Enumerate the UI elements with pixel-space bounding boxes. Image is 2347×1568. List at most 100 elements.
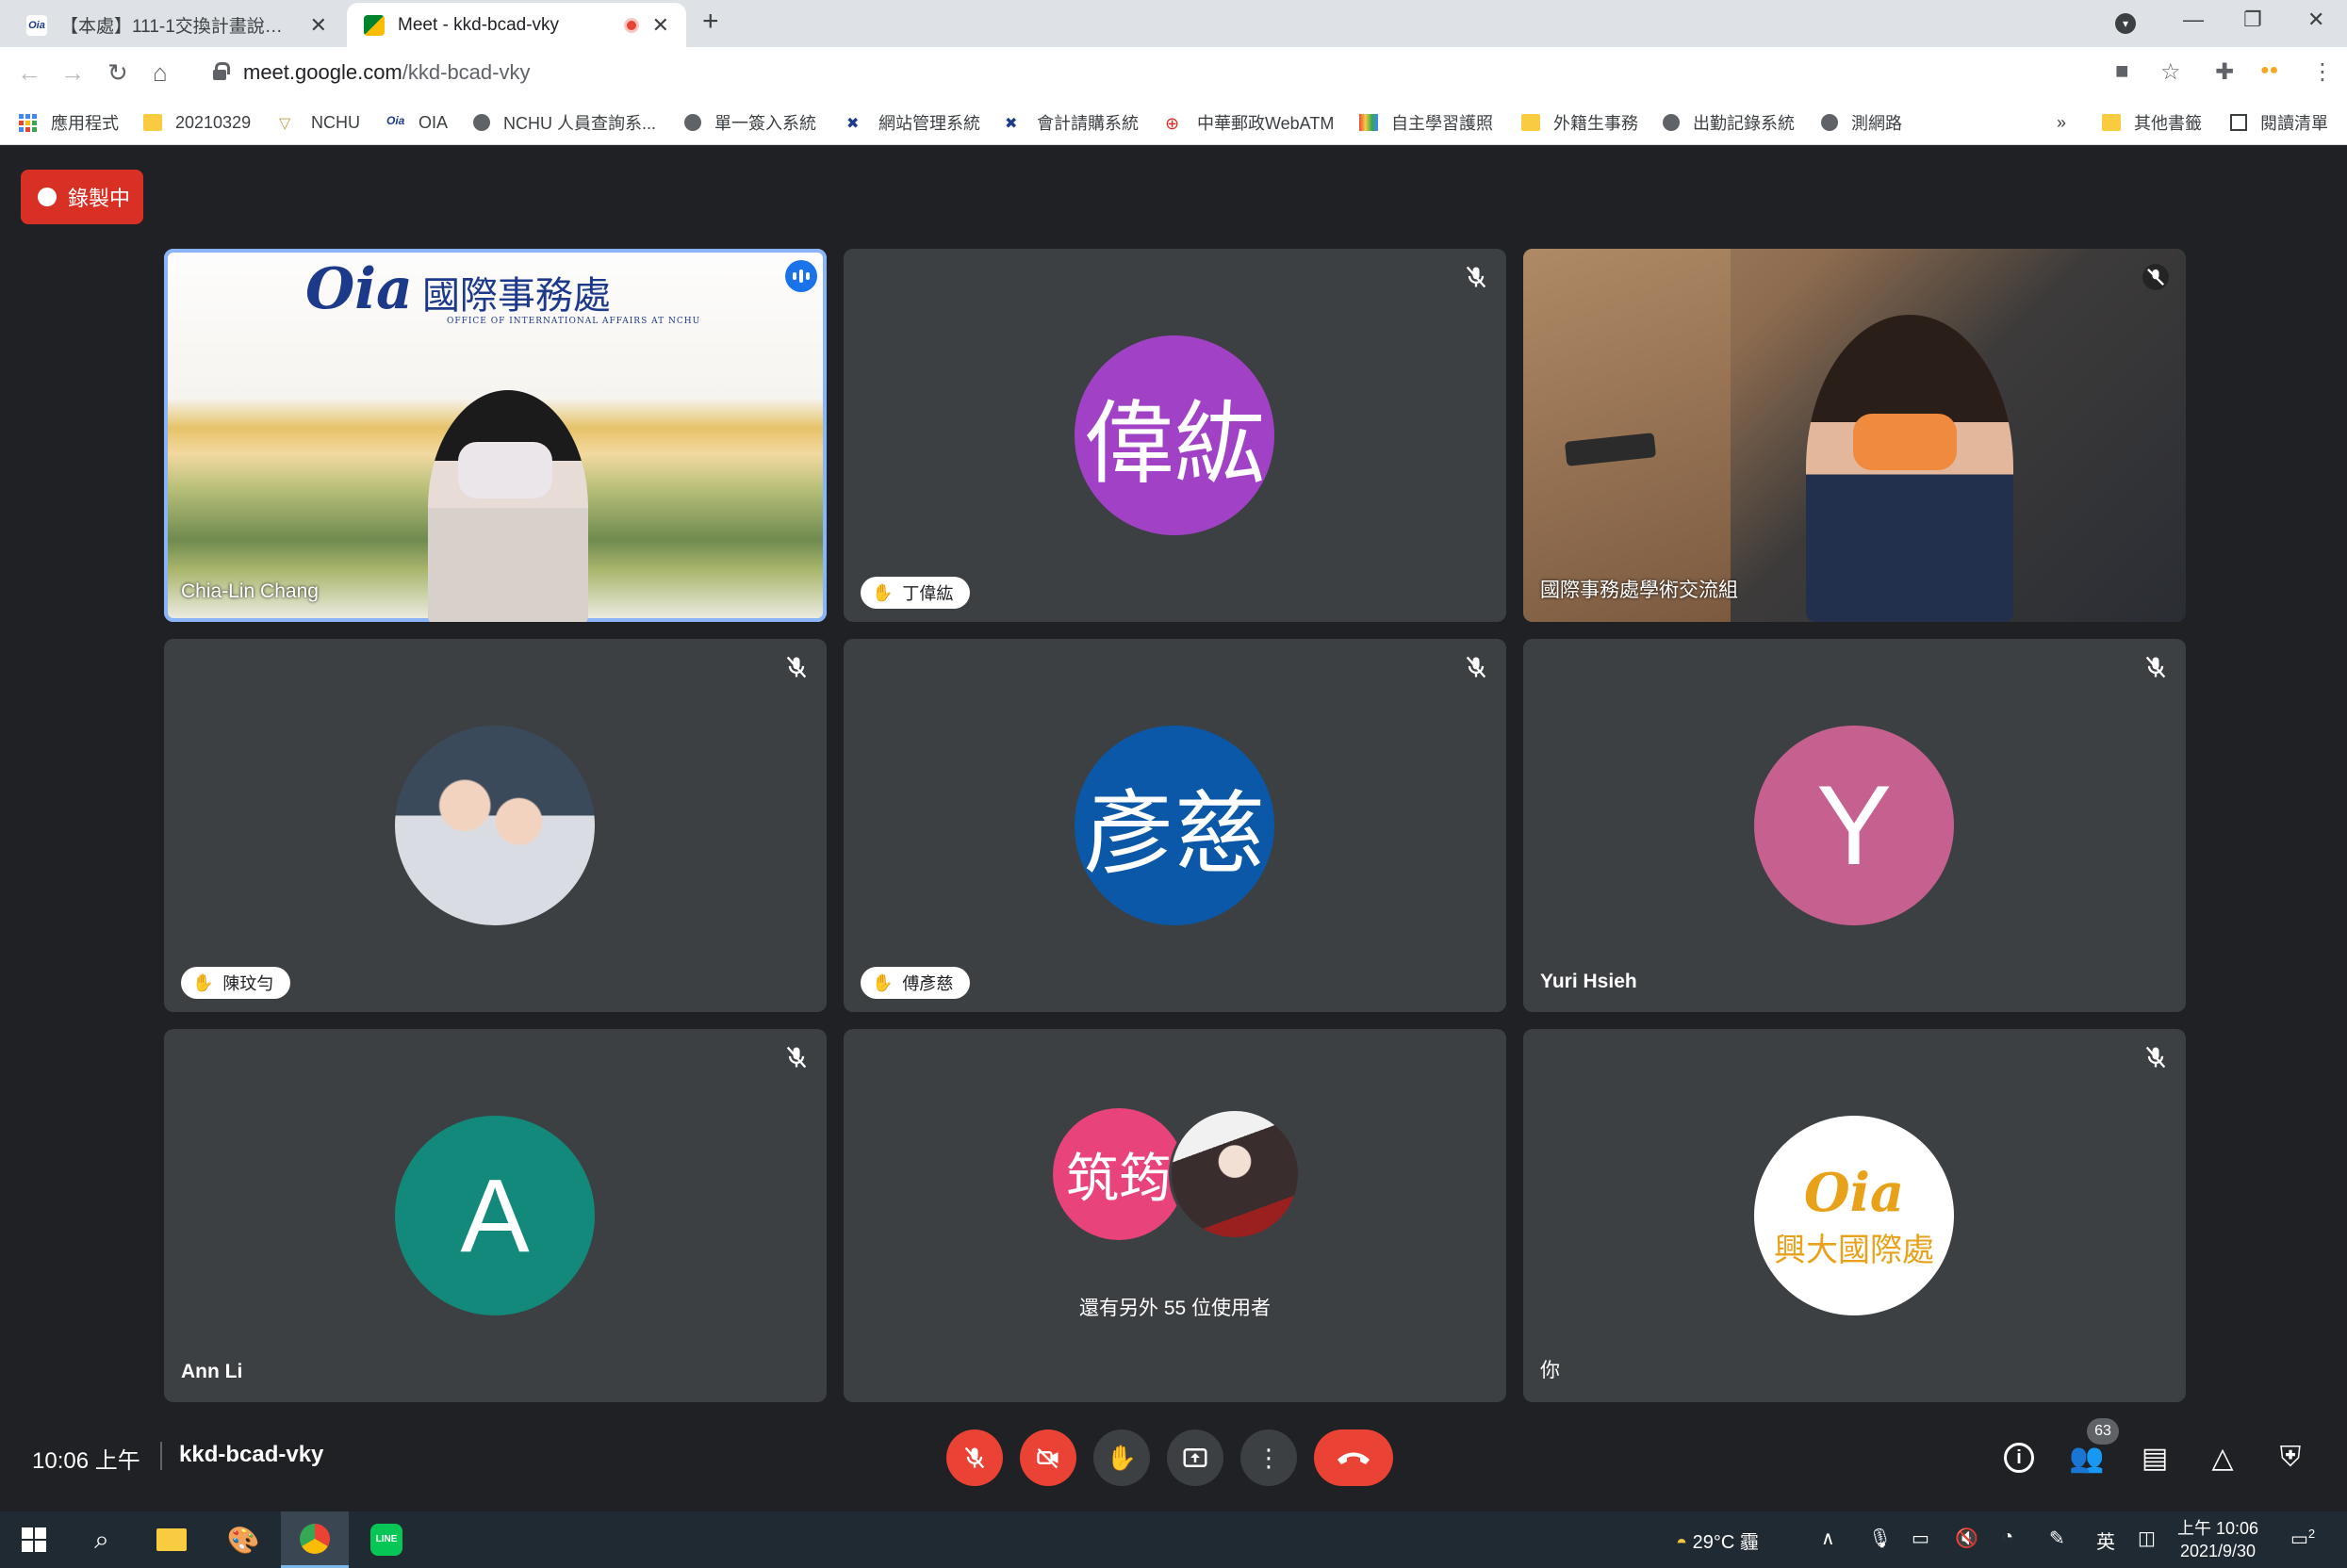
bookmark-label: 20210329 xyxy=(175,112,252,132)
participant-tile[interactable]: 彥慈 ✋ 傅彥慈 xyxy=(844,639,1506,1012)
tab-oia-event[interactable]: Oia 【本處】111-1交換計畫說明暨心得分享 ✕ xyxy=(9,3,344,47)
leave-call-button[interactable] xyxy=(1314,1429,1393,1486)
ime-mode-icon[interactable]: ◫ xyxy=(2138,1527,2156,1550)
reading-list[interactable]: 閱讀清單 xyxy=(2230,109,2328,136)
bookmark-label: 應用程式 xyxy=(51,114,119,133)
start-button[interactable] xyxy=(0,1511,68,1568)
weather-icon: ◓ xyxy=(1676,1532,1688,1553)
bookmark-passport[interactable]: 自主學習護照 xyxy=(1359,109,1493,136)
host-controls-button[interactable]: ⛨ xyxy=(2270,1437,2311,1478)
participant-avatar: 彥慈 xyxy=(1075,726,1274,925)
browser-toolbar: ← → ↻ ⌂ meet.google.com/kkd-bcad-vky ■ ☆… xyxy=(0,47,2347,100)
battery-icon[interactable]: ▭ xyxy=(1912,1527,1929,1550)
more-participants-tile[interactable]: 筑筠 還有另外 55 位使用者 xyxy=(844,1029,1506,1402)
participant-photo-avatar xyxy=(395,726,595,925)
tab-close-icon[interactable]: ✕ xyxy=(310,13,327,38)
forward-icon[interactable]: → xyxy=(60,58,85,88)
reading-list-icon xyxy=(2230,114,2247,131)
line-app-button[interactable]: LINE xyxy=(353,1511,420,1568)
logo-en: Oia xyxy=(1803,1161,1905,1224)
present-screen-button[interactable] xyxy=(1167,1429,1223,1486)
bookmark-webatm[interactable]: ⊕ 中華郵政WebATM xyxy=(1165,109,1334,136)
shield-lock-icon: ⛨ xyxy=(2279,1442,2302,1473)
participant-name: 你 xyxy=(1540,1360,1560,1381)
weather-widget[interactable]: ◓ 29°C 霾 xyxy=(1676,1527,1759,1554)
search-icon: ⌕ xyxy=(94,1524,109,1554)
divider xyxy=(160,1442,162,1470)
reload-icon[interactable]: ↻ xyxy=(107,58,128,88)
back-icon[interactable]: ← xyxy=(17,58,41,88)
participant-tile[interactable]: 國際事務處學術交流組 xyxy=(1523,249,2186,622)
restore-icon[interactable]: ❐ xyxy=(2243,8,2262,32)
camera-toggle-button[interactable] xyxy=(1020,1429,1076,1486)
minimize-icon[interactable]: — xyxy=(2183,8,2204,32)
paint-app-button[interactable]: 🎨 xyxy=(209,1511,277,1568)
bookmark-attendance[interactable]: 出勤記錄系統 xyxy=(1663,109,1795,136)
activities-icon: △ xyxy=(2211,1442,2234,1474)
volume-muted-icon[interactable]: 🔇 xyxy=(1955,1527,1978,1550)
recording-indicator[interactable]: 錄製中 xyxy=(21,170,143,224)
bookmark-intl-students[interactable]: 外籍生事務 xyxy=(1521,109,1638,136)
tab-close-icon[interactable]: ✕ xyxy=(652,13,669,38)
participant-name: Ann Li xyxy=(181,1361,243,1382)
pen-icon[interactable]: ✎ xyxy=(2049,1527,2065,1550)
window-close-icon[interactable]: ✕ xyxy=(2307,8,2324,32)
site-icon: ✖ xyxy=(1005,116,1018,132)
bookmark-apps[interactable]: 應用程式 xyxy=(19,109,119,136)
participant-tile[interactable]: 偉紘 ✋ 丁偉紘 xyxy=(844,249,1506,622)
chrome-icon xyxy=(300,1523,330,1554)
bookmark-label: 單一簽入系統 xyxy=(714,114,816,133)
home-icon[interactable]: ⌂ xyxy=(153,58,168,88)
lock-icon[interactable] xyxy=(213,62,230,81)
chrome-app-button[interactable] xyxy=(281,1511,349,1568)
weather-temp: 29°C xyxy=(1692,1532,1735,1553)
network-icon[interactable]: ◔ xyxy=(2002,1527,2013,1548)
activities-button[interactable]: △ xyxy=(2202,1437,2243,1478)
system-clock[interactable]: 上午 10:06 2021/9/30 xyxy=(2177,1517,2258,1562)
tab-meet[interactable]: Meet - kkd-bcad-vky ✕ xyxy=(347,3,686,47)
tray-expand-icon[interactable]: ∧ xyxy=(1821,1527,1835,1550)
other-bookmarks[interactable]: 其他書籤 xyxy=(2102,109,2202,136)
bookmarks-overflow-button[interactable]: » xyxy=(2057,109,2066,136)
avatar-initials: A xyxy=(460,1157,530,1274)
address-bar[interactable]: meet.google.com/kkd-bcad-vky xyxy=(243,60,530,85)
participant-tile[interactable]: Oia 國際事務處 OFFICE OF INTERNATIONAL AFFAIRS… xyxy=(164,249,827,622)
file-explorer-button[interactable] xyxy=(138,1511,205,1568)
mic-off-icon xyxy=(2145,1046,2166,1069)
notification-center-button[interactable]: ▭2 xyxy=(2290,1527,2315,1551)
bookmark-sso[interactable]: 單一簽入系統 xyxy=(684,109,816,136)
bookmark-label: OIA xyxy=(419,112,449,132)
tab-search-icon[interactable]: ▾ xyxy=(2115,13,2136,34)
apps-icon xyxy=(19,114,38,132)
folder-icon xyxy=(143,114,162,131)
bookmark-nchu[interactable]: ▽ NCHU xyxy=(279,109,360,136)
bookmark-accounting[interactable]: ✖ 會計請購系統 xyxy=(1005,109,1139,136)
more-options-button[interactable]: ⋮ xyxy=(1240,1429,1297,1486)
extensions-icon[interactable]: ✚ xyxy=(2215,58,2234,86)
camera-permission-icon[interactable]: ■ xyxy=(2115,58,2129,85)
globe-icon xyxy=(1663,114,1680,131)
profile-avatar[interactable]: ●● xyxy=(2260,62,2278,79)
bookmark-oia[interactable]: Oia OIA xyxy=(386,109,448,136)
ime-indicator[interactable]: 英 xyxy=(2096,1527,2115,1554)
participant-tile[interactable]: Y Yuri Hsieh xyxy=(1523,639,2186,1012)
participant-tile[interactable]: ✋ 陳玟勻 xyxy=(164,639,827,1012)
bookmark-speedtest[interactable]: 測網路 xyxy=(1821,109,1902,136)
bookmark-site-admin[interactable]: ✖ 網站管理系統 xyxy=(846,109,980,136)
browser-menu-icon[interactable]: ⋮ xyxy=(2311,58,2334,86)
bookmark-nchu-staff[interactable]: NCHU 人員查詢系... xyxy=(473,109,656,136)
chat-button[interactable]: ▤ xyxy=(2134,1437,2175,1478)
raise-hand-button[interactable]: ✋ xyxy=(1093,1429,1150,1486)
windows-taskbar: ⌕ 🎨 LINE ◓ 29°C 霾 ∧ 🎙 ▭ 🔇 ◔ ✎ 英 ◫ 上午 10:… xyxy=(0,1511,2347,1568)
participant-tile[interactable]: A Ann Li xyxy=(164,1029,827,1402)
search-button[interactable]: ⌕ xyxy=(68,1511,136,1568)
bookmark-20210329[interactable]: 20210329 xyxy=(143,109,251,136)
self-tile[interactable]: Oia 興大國際處 你 xyxy=(1523,1029,2186,1402)
mic-toggle-button[interactable] xyxy=(946,1429,1003,1486)
globe-icon xyxy=(684,114,701,131)
new-tab-button[interactable]: + xyxy=(702,6,719,38)
microphone-tray-icon[interactable]: 🎙 xyxy=(1868,1527,1892,1550)
meeting-details-button[interactable]: i xyxy=(1998,1437,2040,1478)
bookmark-star-icon[interactable]: ☆ xyxy=(2160,58,2181,86)
post-icon: ⊕ xyxy=(1165,114,1180,133)
